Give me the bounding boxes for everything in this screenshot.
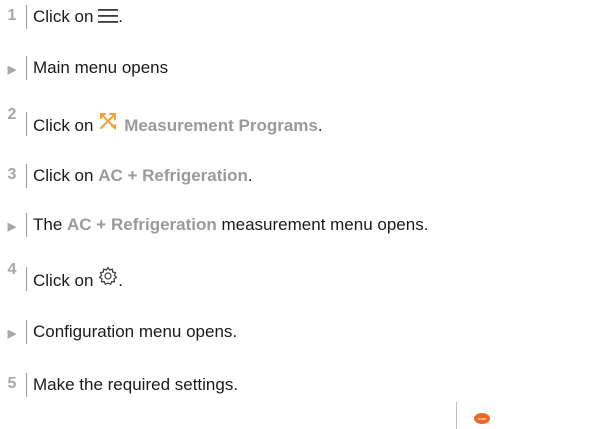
step-number: 2 [7,106,17,123]
menu-item-ac-refrigeration: AC + Refrigeration [98,166,248,185]
step-text: Configuration menu opens. [33,322,238,341]
step-1: 1 Click on . [0,5,594,29]
result-measurement-menu: ▶ The AC + Refrigeration measurement men… [0,213,594,237]
step-number: 4 [7,261,17,278]
step-text: The AC + Refrigeration measurement menu … [33,215,429,234]
step-divider [26,320,27,344]
step-text: Click on AC + Refrigeration. [33,166,253,185]
result-configuration-menu: ▶ Configuration menu opens. [0,320,594,344]
step-text: Make the required settings. [33,375,239,394]
step-divider [26,112,27,136]
step-text: Click on Measurement Programs. [33,112,323,136]
step-number: 1 [7,7,17,24]
step-3: 3 Click on AC + Refrigeration. [0,164,594,188]
step-divider [26,56,27,80]
measurement-programs-icon [98,112,124,131]
menu-item-measurement-programs: Measurement Programs [124,116,318,135]
step-number: 3 [7,166,17,183]
step-text: Main menu opens [33,58,169,77]
step-divider [26,5,27,29]
result-arrow-icon: ▶ [7,221,17,233]
step-text: Click on . [33,265,123,291]
menu-name-ac-refrigeration: AC + Refrigeration [67,215,217,234]
step-text: Click on . [33,7,123,26]
step-divider [26,267,27,291]
hamburger-menu-icon [98,8,119,23]
device-screenshot: testo [456,402,594,429]
step-2: 2 Click on Measurement Programs. [0,106,594,136]
result-arrow-icon: ▶ [7,328,17,340]
step-4: 4 Click on . [0,261,594,291]
step-number: 5 [7,375,17,392]
result-arrow-icon: ▶ [7,64,17,76]
step-divider [26,164,27,188]
testo-logo-icon: testo [474,413,490,424]
step-divider [26,373,27,397]
step-5: 5 Make the required settings. [0,373,594,397]
gear-icon [98,265,118,286]
result-main-menu: ▶ Main menu opens [0,56,594,80]
step-divider [26,213,27,237]
